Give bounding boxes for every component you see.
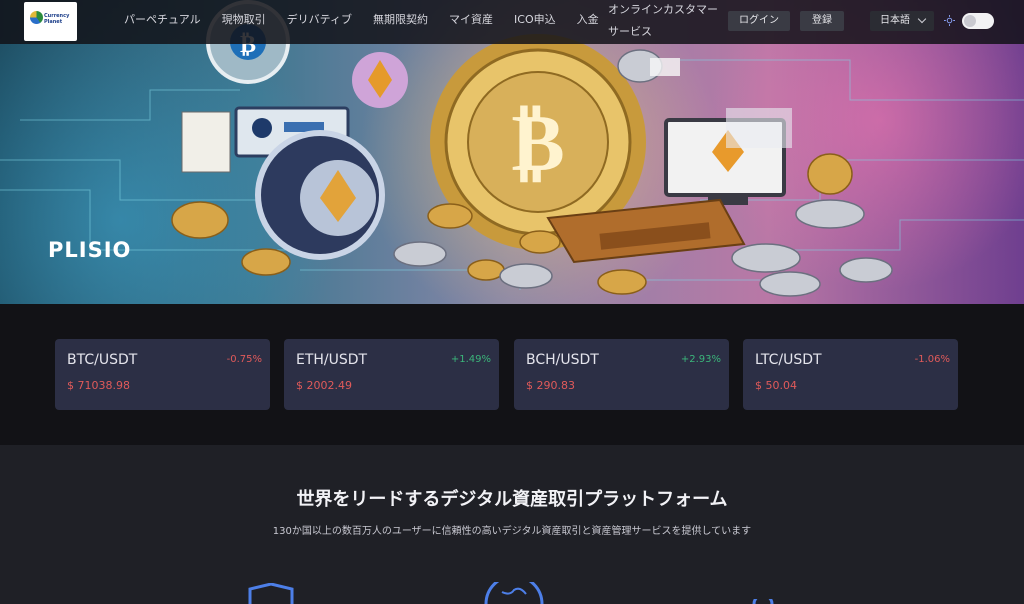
crypto-illustration: ₿ ₿ — [0, 0, 1024, 297]
nav-ico[interactable]: ICO申込 — [514, 11, 556, 27]
platform-section: 世界をリードするデジタル資産取引プラットフォーム 130か国以上の数百万人のユー… — [0, 445, 1024, 604]
ticker-change: -1.06% — [914, 354, 950, 365]
nav-spot-trading[interactable]: 現物取引 — [222, 11, 266, 27]
language-select[interactable]: 日本語 — [870, 11, 934, 31]
ticker-pair: LTC/USDT — [755, 352, 822, 368]
svg-text:₿: ₿ — [511, 96, 564, 189]
globe-logo-icon — [30, 11, 43, 24]
ticker-price: $ 71038.98 — [67, 379, 130, 392]
ticker-card-eth[interactable]: ETH/USDT +1.49% $ 2002.49 — [284, 339, 499, 410]
language-label: 日本語 — [880, 15, 910, 26]
nav-perpetual-contract[interactable]: 無期限契約 — [373, 11, 428, 27]
login-button[interactable]: ログイン — [728, 11, 790, 31]
nav-deposit[interactable]: 入金 — [577, 11, 599, 27]
logo-text-line-2: Planet — [44, 19, 63, 25]
ticker-card-bch[interactable]: BCH/USDT +2.93% $ 290.83 — [514, 339, 729, 410]
theme-toggle[interactable] — [962, 13, 994, 29]
ticker-change: +1.49% — [450, 354, 491, 365]
globe-icon — [484, 582, 544, 604]
platform-title: 世界をリードするデジタル資産取引プラットフォーム — [296, 489, 728, 510]
site-logo[interactable]: Currency Planet — [24, 2, 77, 41]
ticker-pair: ETH/USDT — [296, 352, 368, 368]
nav-perpetual[interactable]: パーペチュアル — [124, 11, 201, 27]
ticker-change: -0.75% — [226, 354, 262, 365]
ticker-price: $ 2002.49 — [296, 379, 352, 392]
ticker-card-btc[interactable]: BTC/USDT -0.75% $ 71038.98 — [55, 339, 270, 410]
ticker-change: +2.93% — [680, 354, 721, 365]
ticker-card-ltc[interactable]: LTC/USDT -1.06% $ 50.04 — [743, 339, 958, 410]
platform-subtitle: 130か国以上の数百万人のユーザーに信頼性の高いデジタル資産取引と資産管理サービ… — [272, 526, 752, 537]
ticker-price: $ 50.04 — [755, 379, 797, 392]
hero-banner: ₿ ₿ PLISIO — [0, 0, 1024, 304]
chevron-down-icon — [917, 14, 927, 24]
ticker-pair: BCH/USDT — [526, 352, 599, 368]
shield-icon — [248, 583, 294, 604]
nav-my-assets[interactable]: マイ資産 — [449, 11, 493, 27]
main-nav: パーペチュアル 現物取引 デリバティブ 無期限契約 マイ資産 ICO申込 入金 … — [124, 3, 718, 38]
nav-derivatives[interactable]: デリバティブ — [287, 11, 352, 27]
ticker-pair: BTC/USDT — [67, 352, 138, 368]
nav-customer-service[interactable]: オンラインカスタマーサービス — [608, 0, 723, 43]
plisio-brand: PLISIO — [48, 238, 132, 262]
register-button[interactable]: 登録 — [800, 11, 844, 31]
top-navigation-bar: Currency Planet パーペチュアル 現物取引 デリバティブ 無期限契… — [0, 0, 1024, 44]
sun-icon — [944, 15, 955, 26]
ticker-price: $ 290.83 — [526, 379, 575, 392]
feature-icon-partial — [752, 599, 774, 604]
